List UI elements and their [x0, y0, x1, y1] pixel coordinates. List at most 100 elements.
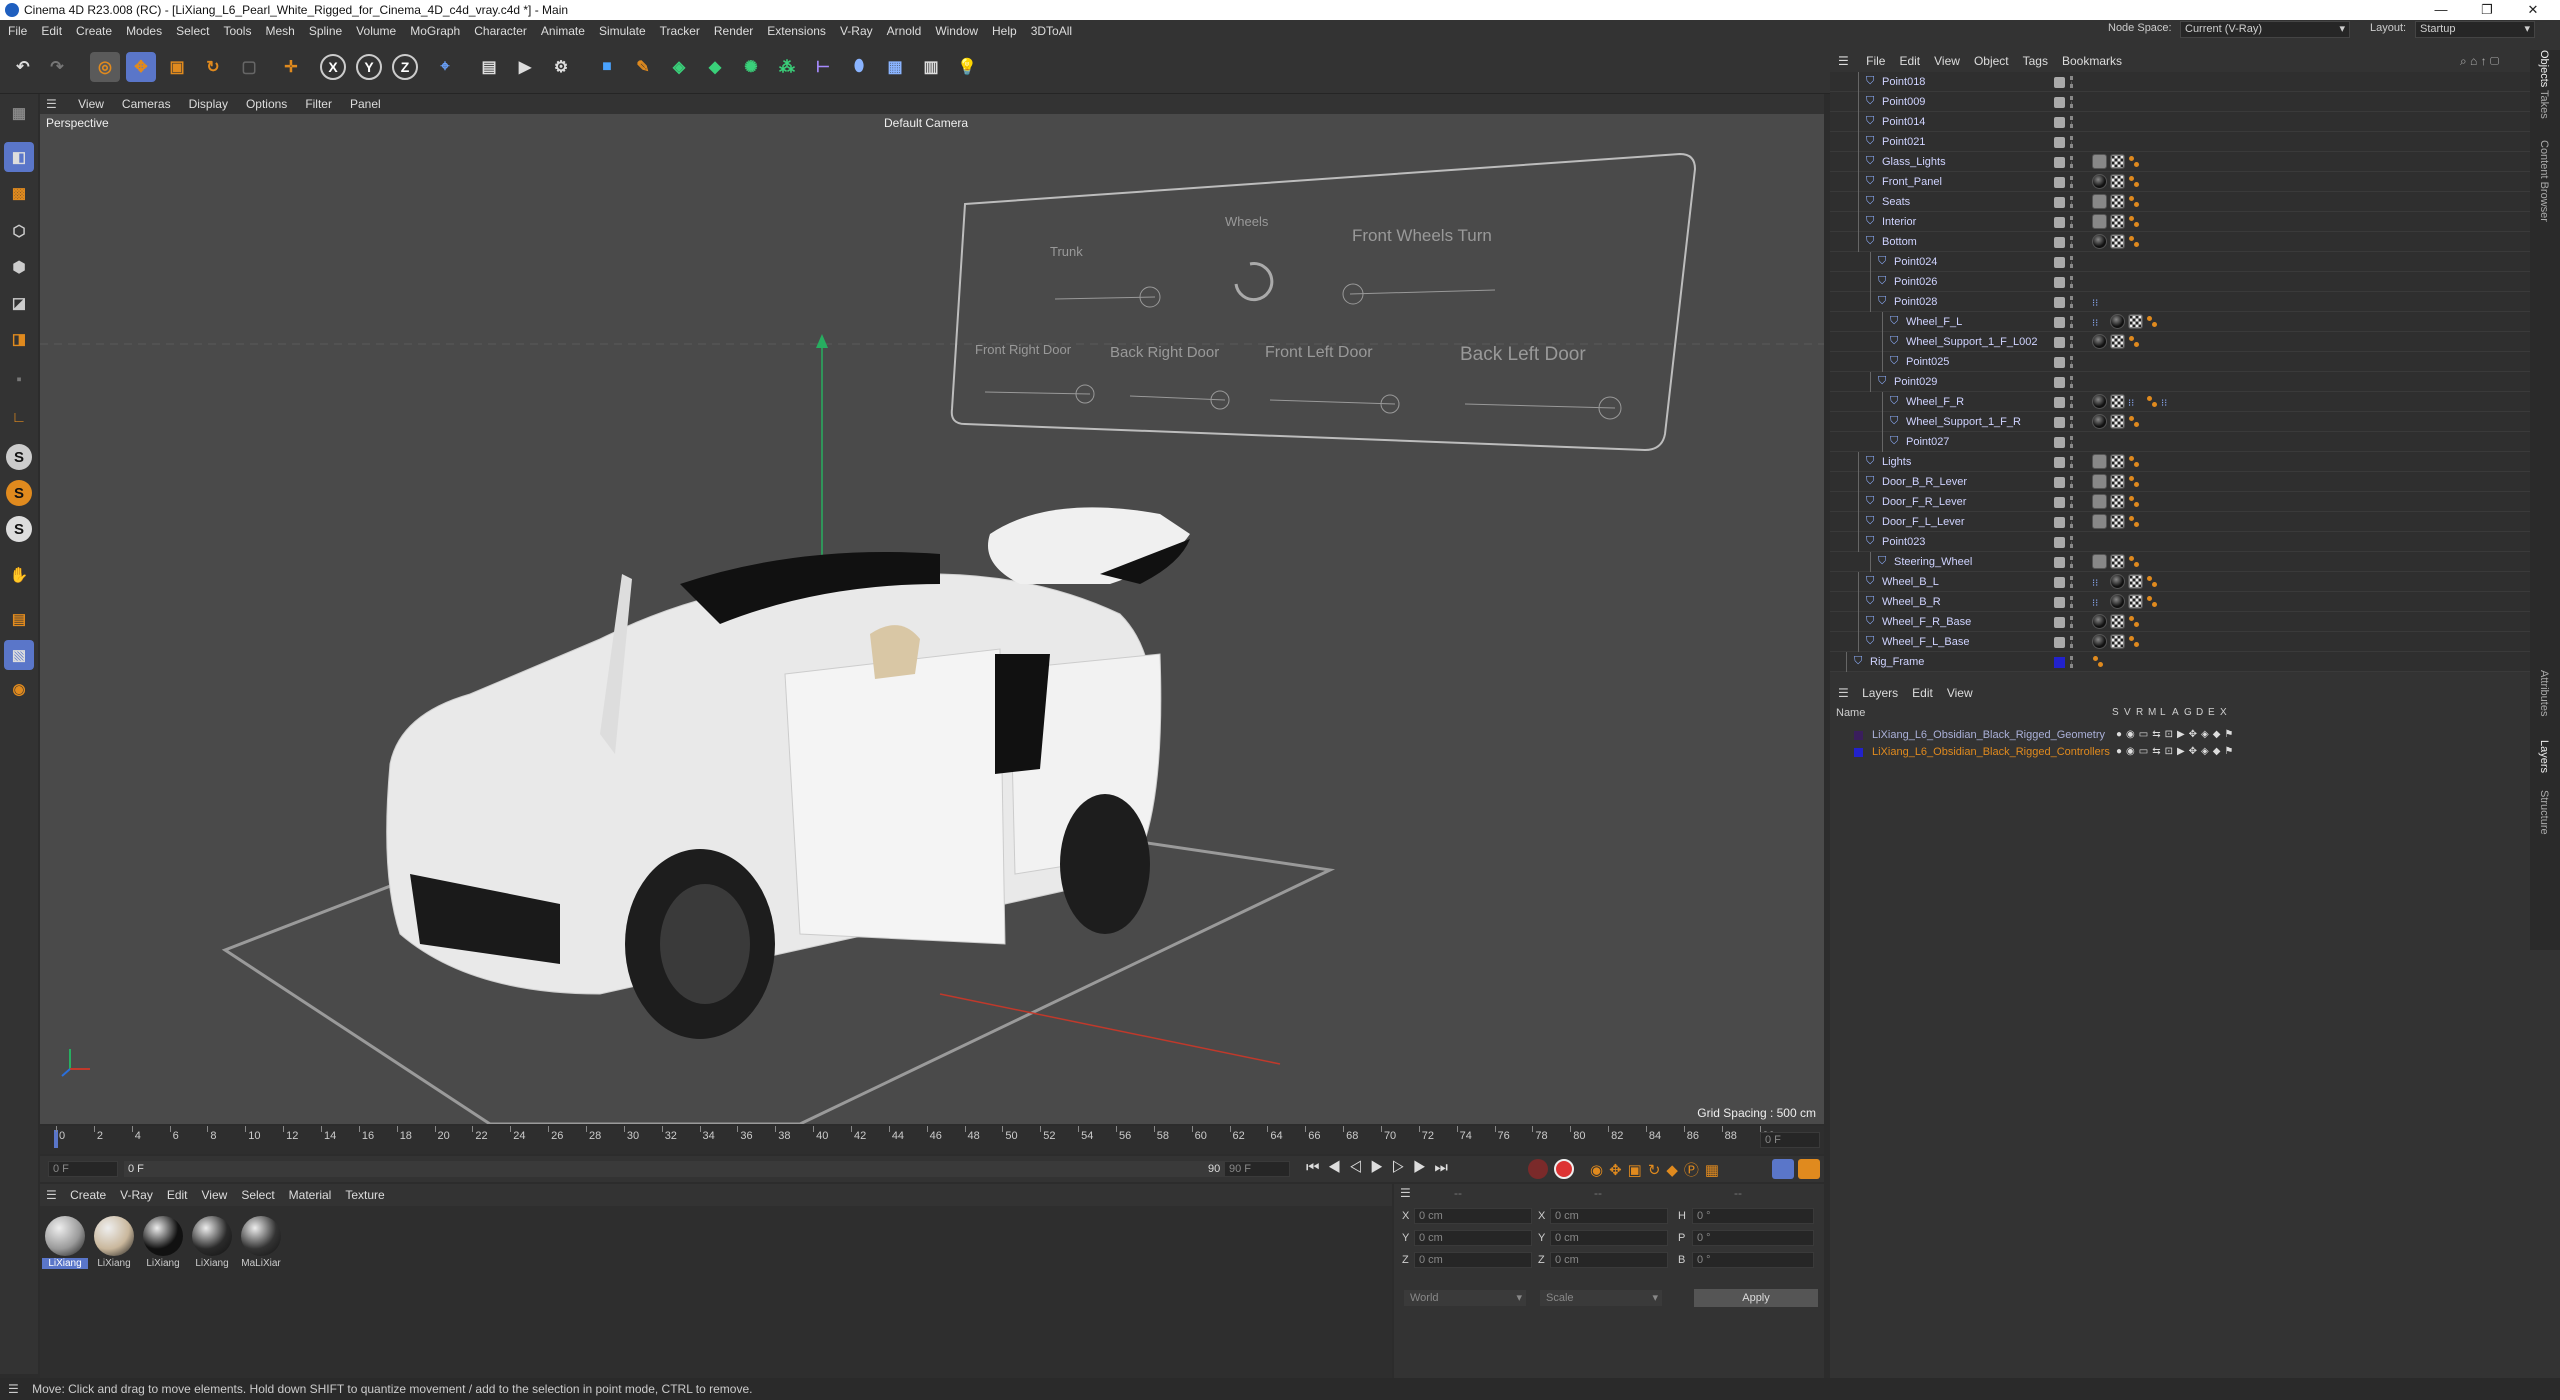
move-tool-icon[interactable]: ✥	[126, 52, 156, 82]
axis-mode-icon[interactable]: ▪	[4, 364, 34, 394]
phong-tag-icon[interactable]	[2092, 154, 2107, 169]
editor-render-dots[interactable]	[2070, 636, 2073, 648]
visibility-checkbox[interactable]	[2054, 477, 2065, 488]
checker-tag-icon[interactable]	[2110, 614, 2125, 629]
visibility-checkbox[interactable]	[2054, 297, 2065, 308]
object-row[interactable]: ⛉ Door_F_L_Lever	[1830, 512, 2530, 532]
orange-tag-icon[interactable]	[2128, 154, 2140, 169]
editor-render-dots[interactable]	[2070, 196, 2073, 208]
cube-object-icon[interactable]: ■	[592, 52, 622, 82]
dark-tag-icon[interactable]	[2092, 614, 2107, 629]
editor-render-dots[interactable]	[2070, 296, 2073, 308]
object-row[interactable]: ⛉ Interior	[1830, 212, 2530, 232]
viewport-menu-filter[interactable]: Filter	[305, 97, 332, 111]
visibility-checkbox[interactable]	[2054, 277, 2065, 288]
dark-tag-icon[interactable]	[2092, 634, 2107, 649]
visibility-checkbox[interactable]	[2054, 537, 2065, 548]
phong-tag-icon[interactable]	[2092, 214, 2107, 229]
orange-tag-icon[interactable]	[2146, 314, 2158, 329]
rotation-p-field[interactable]	[1692, 1230, 1814, 1246]
editor-render-dots[interactable]	[2070, 496, 2073, 508]
menu-extensions[interactable]: Extensions	[767, 24, 826, 38]
dark-tag-icon[interactable]	[2110, 314, 2125, 329]
editor-render-dots[interactable]	[2070, 416, 2073, 428]
position-x-field[interactable]	[1414, 1208, 1532, 1224]
menu-help[interactable]: Help	[992, 24, 1017, 38]
visibility-checkbox[interactable]	[2054, 377, 2065, 388]
object-row[interactable]: ⛉ Door_F_R_Lever	[1830, 492, 2530, 512]
model-mode-icon[interactable]: ◧	[4, 142, 34, 172]
viewport-menu-options[interactable]: Options	[246, 97, 287, 111]
menu-spline[interactable]: Spline	[309, 24, 342, 38]
workplane-icon[interactable]: ∟	[4, 402, 34, 432]
editor-render-dots[interactable]	[2070, 436, 2073, 448]
object-row[interactable]: ⛉ Wheel_F_R_Base	[1830, 612, 2530, 632]
playback-controls[interactable]: ⏮◀◁▶▷▶⏭	[1306, 1159, 1456, 1176]
viewport[interactable]: Perspective Default Camera Trunk Wheels …	[40, 114, 1824, 1124]
menu-simulate[interactable]: Simulate	[599, 24, 646, 38]
editor-render-dots[interactable]	[2070, 236, 2073, 248]
editor-render-dots[interactable]	[2070, 516, 2073, 528]
dark-tag-icon[interactable]	[2092, 394, 2107, 409]
visibility-checkbox[interactable]	[2054, 177, 2065, 188]
object-row[interactable]: ⛉ Wheel_Support_1_F_L002	[1830, 332, 2530, 352]
checker-tag-icon[interactable]	[2110, 554, 2125, 569]
checker-tag-icon[interactable]	[2110, 394, 2125, 409]
layer-row[interactable]: LiXiang_L6_Obsidian_Black_Rigged_Control…	[1830, 743, 2530, 761]
material-hamburger-icon[interactable]: ☰	[46, 1188, 57, 1202]
menu-v-ray[interactable]: V-Ray	[840, 24, 873, 38]
visibility-checkbox[interactable]	[2054, 517, 2065, 528]
object-row[interactable]: ⛉ Seats	[1830, 192, 2530, 212]
checker-tag-icon[interactable]	[2110, 514, 2125, 529]
editor-render-dots[interactable]	[2070, 136, 2073, 148]
editor-render-dots[interactable]	[2070, 396, 2073, 408]
orange-tag-icon[interactable]	[2128, 554, 2140, 569]
dark-tag-icon[interactable]	[2092, 414, 2107, 429]
apply-button[interactable]: Apply	[1694, 1289, 1818, 1307]
orange-tag-icon[interactable]	[2128, 414, 2140, 429]
object-row[interactable]: ⛉ Point014	[1830, 112, 2530, 132]
object-menu-tags[interactable]: Tags	[2023, 54, 2048, 68]
visibility-checkbox[interactable]	[2054, 197, 2065, 208]
object-menu-bookmarks[interactable]: Bookmarks	[2062, 54, 2122, 68]
layer-toggle-icons[interactable]: ●◉▭⇆⊡▶✥◈◆⚑	[2116, 743, 2237, 761]
material-item[interactable]: LiXiang	[91, 1214, 137, 1274]
viewport-menu-panel[interactable]: Panel	[350, 97, 381, 111]
checker-tag-icon[interactable]	[2110, 154, 2125, 169]
light-icon[interactable]: 💡	[952, 52, 982, 82]
checker-tag-icon[interactable]	[2110, 334, 2125, 349]
object-menu-edit[interactable]: Edit	[1899, 54, 1920, 68]
rotate-tool-icon[interactable]: ↻	[198, 52, 228, 82]
material-menu-material[interactable]: Material	[289, 1188, 332, 1202]
visibility-checkbox[interactable]	[2054, 617, 2065, 628]
phong-tag-icon[interactable]	[2092, 474, 2107, 489]
grid-tool-icon[interactable]: ▤	[4, 604, 34, 634]
editor-render-dots[interactable]	[2070, 596, 2073, 608]
menu-select[interactable]: Select	[176, 24, 209, 38]
autokey-icon[interactable]	[1554, 1159, 1574, 1179]
polygons-mode-icon[interactable]: ◪	[4, 288, 34, 318]
coord-mode-select[interactable]: World ▾	[1404, 1290, 1526, 1306]
cloner-icon[interactable]: ✺	[736, 52, 766, 82]
size-z-field[interactable]	[1550, 1252, 1668, 1268]
node-space-select[interactable]: Current (V-Ray) ▾	[2180, 21, 2350, 38]
object-row[interactable]: ⛉ Point029	[1830, 372, 2530, 392]
layer-row[interactable]: LiXiang_L6_Obsidian_Black_Rigged_Geometr…	[1830, 726, 2530, 744]
editor-render-dots[interactable]	[2070, 616, 2073, 628]
orange-tag-icon[interactable]	[2128, 174, 2140, 189]
restore-icon[interactable]: ❐	[2464, 0, 2510, 20]
visibility-checkbox[interactable]	[2054, 437, 2065, 448]
dark-tag-icon[interactable]	[2110, 594, 2125, 609]
snap-settings-icon[interactable]: S	[6, 480, 32, 506]
menu-arnold[interactable]: Arnold	[887, 24, 922, 38]
menu-volume[interactable]: Volume	[356, 24, 396, 38]
checker-tag-icon[interactable]	[2110, 494, 2125, 509]
object-row[interactable]: ⛉ Point025	[1830, 352, 2530, 372]
render-settings-icon[interactable]: ⚙	[546, 52, 576, 82]
dark-tag-icon[interactable]	[2092, 234, 2107, 249]
orange-tag-icon[interactable]	[2128, 454, 2140, 469]
render-region-icon[interactable]: ▤	[474, 52, 504, 82]
minimize-icon[interactable]: —	[2418, 0, 2464, 20]
object-row[interactable]: ⛉ Steering_Wheel	[1830, 552, 2530, 572]
material-menu-create[interactable]: Create	[70, 1188, 106, 1202]
